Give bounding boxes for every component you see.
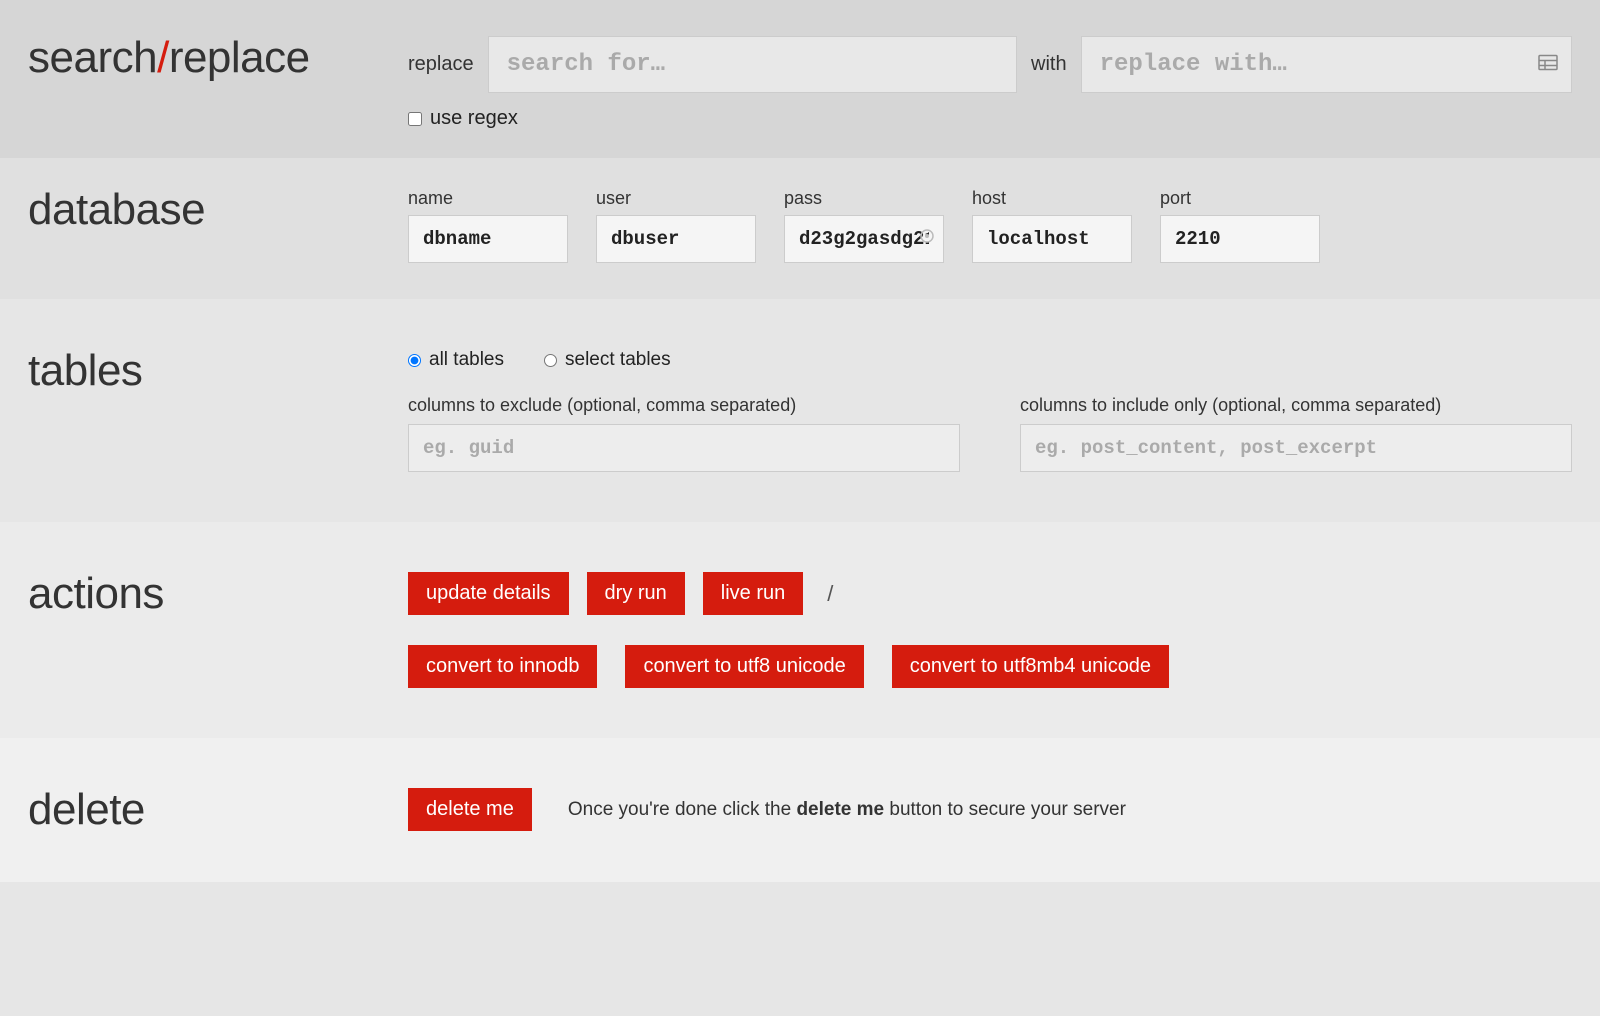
dry-run-button[interactable]: dry run: [587, 572, 685, 615]
exclude-columns-label: columns to exclude (optional, comma sepa…: [408, 395, 960, 416]
section-tables: tables all tables select tables columns …: [0, 299, 1600, 522]
replace-input[interactable]: [1081, 36, 1572, 93]
db-name-input[interactable]: [408, 215, 568, 263]
section-database: database name user pass: [0, 158, 1600, 299]
radio-select-tables-label: select tables: [565, 349, 671, 371]
search-input[interactable]: [488, 36, 1017, 93]
section-delete: delete delete me Once you're done click …: [0, 738, 1600, 882]
replace-label: replace: [408, 53, 474, 76]
tables-heading: tables: [28, 349, 408, 393]
use-regex-label: use regex: [430, 107, 518, 130]
db-name-label: name: [408, 188, 568, 209]
db-host-input[interactable]: [972, 215, 1132, 263]
db-port-input[interactable]: [1160, 215, 1320, 263]
lock-icon: [920, 228, 934, 249]
db-pass-label: pass: [784, 188, 944, 209]
title-replace: replace: [169, 33, 310, 82]
title-search: search: [28, 33, 157, 82]
include-columns-input[interactable]: [1020, 424, 1572, 472]
exclude-columns-input[interactable]: [408, 424, 960, 472]
radio-select-tables[interactable]: [544, 354, 557, 367]
update-details-button[interactable]: update details: [408, 572, 569, 615]
delete-instruction-text: Once you're done click the delete me but…: [568, 799, 1126, 821]
convert-utf8mb4-button[interactable]: convert to utf8mb4 unicode: [892, 645, 1169, 688]
db-user-input[interactable]: [596, 215, 756, 263]
db-user-label: user: [596, 188, 756, 209]
actions-heading: actions: [28, 572, 408, 616]
database-heading: database: [28, 188, 408, 232]
db-port-label: port: [1160, 188, 1320, 209]
actions-divider: /: [827, 581, 833, 607]
section-search-replace: search/replace replace with: [0, 0, 1600, 158]
convert-innodb-button[interactable]: convert to innodb: [408, 645, 597, 688]
delete-me-button[interactable]: delete me: [408, 788, 532, 831]
include-columns-label: columns to include only (optional, comma…: [1020, 395, 1572, 416]
convert-utf8-button[interactable]: convert to utf8 unicode: [625, 645, 863, 688]
use-regex-checkbox[interactable]: [408, 112, 422, 126]
radio-all-tables[interactable]: [408, 354, 421, 367]
db-host-label: host: [972, 188, 1132, 209]
section-actions: actions update details dry run live run …: [0, 522, 1600, 738]
with-label: with: [1031, 53, 1067, 76]
radio-all-tables-label: all tables: [429, 349, 504, 371]
live-run-button[interactable]: live run: [703, 572, 803, 615]
delete-heading: delete: [28, 788, 408, 832]
search-replace-title: search/replace: [28, 36, 408, 80]
title-slash: /: [157, 33, 169, 82]
